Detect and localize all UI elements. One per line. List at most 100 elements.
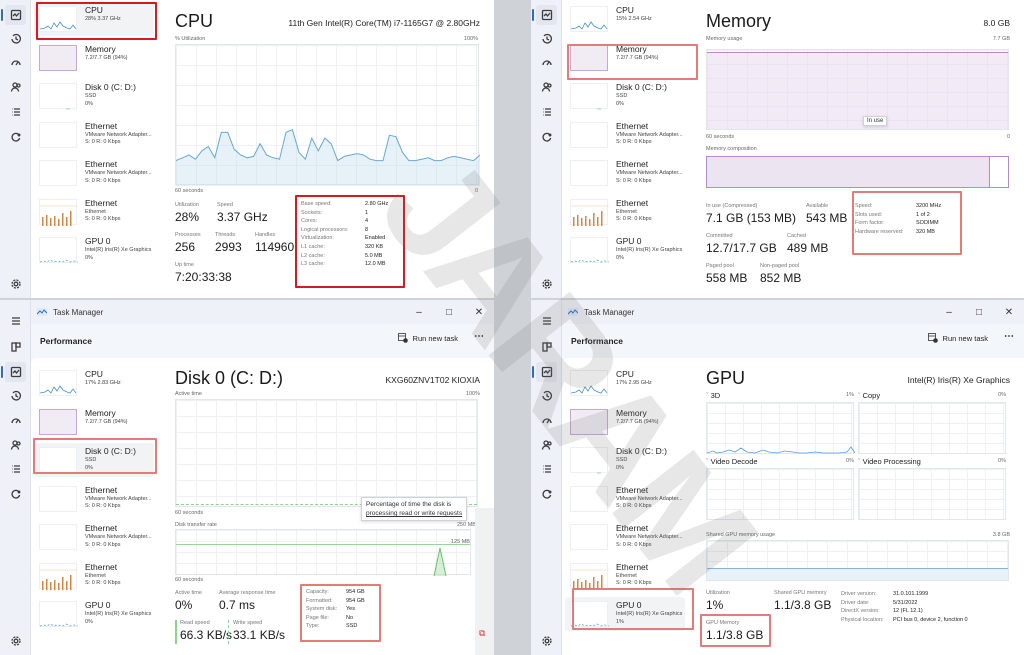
startup-apps-nav-button[interactable]: [536, 53, 557, 73]
services-nav-button[interactable]: [536, 484, 557, 504]
details-nav-button[interactable]: [5, 102, 26, 122]
engine-header[interactable]: ˇ Video Decode 0%: [706, 457, 854, 466]
hamburger-nav-button[interactable]: [5, 311, 26, 331]
users-nav-button[interactable]: [536, 435, 557, 455]
settings-nav-button[interactable]: [536, 274, 557, 294]
maximize-button[interactable]: □: [964, 300, 994, 324]
settings-nav-button[interactable]: [5, 274, 26, 294]
minimize-button[interactable]: –: [934, 300, 964, 324]
startup-apps-icon: [541, 60, 552, 66]
thumbnail-graph: [39, 370, 77, 396]
performance-nav-button[interactable]: [532, 5, 557, 25]
resource-item-disk[interactable]: Disk 0 (C: D:) SSD 0%: [565, 443, 685, 477]
composition-label: Memory composition: [706, 146, 757, 152]
resource-item-gpu[interactable]: GPU 0 Intel(R) Iris(R) Xe Graphics 0%: [34, 597, 154, 631]
performance-nav-button[interactable]: [1, 5, 26, 25]
resource-item-disk[interactable]: Disk 0 (C: D:) SSD 0%: [565, 79, 685, 113]
app-history-nav-button[interactable]: [5, 386, 26, 406]
resource-detail-line-2: 0%: [616, 100, 624, 107]
command-bar: Performance Run new task ⋯: [31, 324, 494, 358]
services-nav-button[interactable]: [536, 127, 557, 147]
settings-nav-button[interactable]: [5, 631, 26, 651]
spec-row: Base speed: 2.80 GHz: [301, 200, 388, 209]
resource-item-eth[interactable]: Ethernet VMware Network Adapter... S: 0 R:…: [34, 482, 154, 516]
resource-item-cpu[interactable]: CPU 17% 2.95 GHz: [565, 366, 685, 400]
run-new-task-button[interactable]: Run new task: [397, 333, 458, 343]
spec-row: Driver date: 5/31/2022: [841, 599, 968, 608]
startup-apps-nav-button[interactable]: [5, 411, 26, 431]
resource-item-eth[interactable]: Ethernet VMware Network Adapter... S: 0 R:…: [565, 156, 685, 190]
engine-header[interactable]: ˇ Video Processing 0%: [858, 457, 1006, 466]
resource-item-cpu[interactable]: CPU 17% 2.83 GHz: [34, 366, 154, 400]
app-history-nav-button[interactable]: [536, 29, 557, 49]
app-history-nav-button[interactable]: [536, 386, 557, 406]
content-area: CPU 17% 2.83 GHz Memory 7.2/7.7 GB (94%) Dis…: [31, 358, 494, 655]
details-nav-button[interactable]: [5, 459, 26, 479]
resource-item-disk[interactable]: Disk 0 (C: D:) SSD 0%: [34, 443, 154, 477]
resource-item-eth3[interactable]: Ethernet Ethernet S: 0 R: 0 Kbps: [565, 195, 685, 229]
resource-item-eth[interactable]: Ethernet VMware Network Adapter... S: 0 R:…: [565, 482, 685, 516]
resource-item-cpu[interactable]: CPU 15% 2.54 GHz: [565, 2, 685, 36]
spec-key: L1 cache:: [301, 243, 325, 250]
resource-item-mem[interactable]: Memory 7.2/7.7 GB (94%): [34, 41, 154, 75]
settings-icon: [541, 636, 552, 646]
processes-nav-button[interactable]: [5, 337, 26, 357]
details-nav-button[interactable]: [536, 459, 557, 479]
resource-detail: VMware Network Adapter... S: 0 R: 0 Kbps: [616, 496, 683, 511]
thumbnail-graph: [570, 485, 608, 512]
spec-row: Cores: 4: [301, 217, 388, 226]
startup-apps-nav-button[interactable]: [536, 411, 557, 431]
details-nav-button[interactable]: [536, 102, 557, 122]
resource-item-eth3[interactable]: Ethernet Ethernet S: 0 R: 0 Kbps: [34, 195, 154, 229]
resource-item-mem[interactable]: Memory 7.2/7.7 GB (94%): [34, 405, 154, 439]
users-nav-button[interactable]: [536, 77, 557, 97]
services-nav-button[interactable]: [5, 484, 26, 504]
resource-item-eth[interactable]: Ethernet VMware Network Adapter... S: 0 R:…: [565, 118, 685, 152]
performance-icon: [541, 366, 552, 378]
resource-item-cpu[interactable]: CPU 28% 3.37 GHz: [34, 2, 154, 36]
resource-detail-line-2: S: 0 R: 0 Kbps: [85, 177, 121, 184]
snip-icon[interactable]: ⧉: [479, 628, 485, 639]
engine-header[interactable]: ˇ 3D 1%: [706, 391, 854, 400]
resource-item-gpu[interactable]: GPU 0 Intel(R) Iris(R) Xe Graphics 0%: [34, 233, 154, 267]
close-button[interactable]: ✕: [994, 300, 1024, 324]
users-nav-button[interactable]: [5, 435, 26, 455]
run-task-icon: [927, 333, 938, 343]
resource-detail-line-1: VMware Network Adapter...: [85, 534, 152, 540]
memory-composition-bar[interactable]: [706, 156, 1009, 188]
processes-nav-button[interactable]: [536, 337, 557, 357]
spec-row: Virtualization: Enabled: [301, 234, 388, 243]
startup-apps-nav-button[interactable]: [5, 53, 26, 73]
settings-nav-button[interactable]: [536, 631, 557, 651]
resource-item-eth3[interactable]: Ethernet Ethernet S: 0 R: 0 Kbps: [34, 559, 154, 593]
resource-item-eth3[interactable]: Ethernet Ethernet S: 0 R: 0 Kbps: [565, 559, 685, 593]
resource-item-eth[interactable]: Ethernet VMware Network Adapter... S: 0 R:…: [34, 156, 154, 190]
services-nav-button[interactable]: [5, 127, 26, 147]
resource-item-eth[interactable]: Ethernet VMware Network Adapter... S: 0 R:…: [34, 118, 154, 152]
resource-item-gpu[interactable]: GPU 0 Intel(R) Iris(R) Xe Graphics 1%: [565, 597, 685, 631]
resource-item-mem[interactable]: Memory 7.2/7.7 GB (94%): [565, 405, 685, 439]
more-options-button[interactable]: ⋯: [1004, 331, 1014, 342]
in-use-segment[interactable]: [707, 157, 990, 187]
resource-item-gpu[interactable]: GPU 0 Intel(R) Iris(R) Xe Graphics 0%: [565, 233, 685, 267]
users-nav-button[interactable]: [5, 77, 26, 97]
spec-value: 5/31/2022: [893, 599, 918, 606]
panel-cpu: CPU 28% 3.37 GHz Memory 7.2/7.7 GB (94%) Dis…: [0, 0, 494, 298]
hamburger-nav-button[interactable]: [536, 311, 557, 331]
users-icon: [541, 440, 552, 450]
minimize-button[interactable]: –: [404, 300, 434, 324]
performance-nav-button[interactable]: [1, 362, 26, 382]
run-new-task-button[interactable]: Run new task: [927, 333, 988, 343]
maximize-button[interactable]: □: [434, 300, 464, 324]
more-options-button[interactable]: ⋯: [474, 331, 484, 342]
app-history-nav-button[interactable]: [5, 29, 26, 49]
close-button[interactable]: ✕: [464, 300, 494, 324]
resource-item-eth[interactable]: Ethernet VMware Network Adapter... S: 0 R:…: [34, 520, 154, 554]
resource-item-mem[interactable]: Memory 7.2/7.7 GB (94%): [565, 41, 685, 75]
chart-label: % Utilization: [175, 36, 206, 42]
spec-value: 8: [365, 226, 369, 233]
resource-item-disk[interactable]: Disk 0 (C: D:) SSD 0%: [34, 79, 154, 113]
performance-nav-button[interactable]: [532, 362, 557, 382]
resource-item-eth[interactable]: Ethernet VMware Network Adapter... S: 0 R:…: [565, 520, 685, 554]
engine-header[interactable]: ˇ Copy 0%: [858, 391, 1006, 400]
